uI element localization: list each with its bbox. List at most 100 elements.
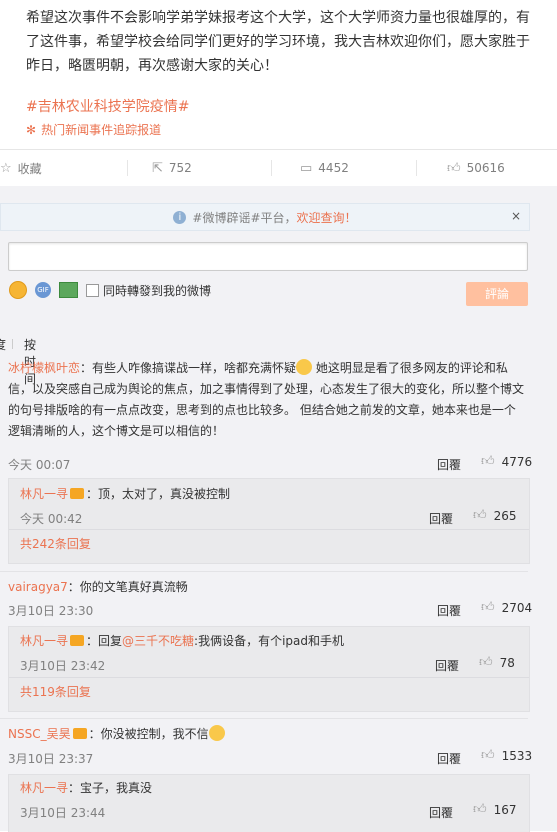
cat-emoji-icon: [208, 725, 225, 741]
reply-body: 林凡一寻 ：回复@三千不吃糖:我俩设备，有个ipad和手机: [20, 631, 344, 652]
reply-like-button[interactable]: 👍︎ 167: [473, 802, 517, 817]
comment-username[interactable]: NSSC_吴昊: [8, 727, 71, 741]
comment-input[interactable]: [8, 242, 528, 271]
reply-time: 今天 00:42: [20, 512, 83, 526]
reply-divider: [9, 677, 529, 678]
post-action-bar: ☆ 收藏 ⇱ 752 ▭ 4452 👍︎ 50616: [0, 149, 557, 187]
favorite-label: 收藏: [17, 161, 42, 176]
comment-body: NSSC_吴昊 ：你没被控制，我不信: [8, 724, 225, 745]
thumbs-up-icon: 👍︎: [473, 802, 487, 817]
flower-icon: ✻: [26, 122, 37, 137]
reply-button[interactable]: 回覆: [437, 456, 461, 473]
reply-button[interactable]: 回覆: [437, 602, 461, 619]
repost-checkbox-label: 同時轉發到我的微博: [103, 283, 212, 298]
comment-time: 3月10日 23:30: [8, 604, 94, 618]
reply-button[interactable]: 回覆: [435, 657, 459, 674]
notice-link[interactable]: 欢迎查询！: [297, 209, 357, 226]
vip-badge-icon: [70, 488, 85, 499]
reply-like-button[interactable]: 👍︎ 78: [479, 655, 515, 670]
comment-time: 今天 00:07: [8, 458, 71, 472]
action-divider: [416, 160, 417, 176]
comment-text: ：有些人咋像搞谍战一样，啥都充满怀疑: [80, 361, 297, 375]
comment-text: ：你没被控制，我不信: [88, 727, 209, 741]
thumbs-up-icon: 👍︎: [479, 655, 493, 670]
comment-text: ：你的文笔真好真流畅: [67, 580, 188, 594]
reply-text-prefix: ：回复: [86, 634, 123, 648]
reply-username[interactable]: 林凡一寻: [20, 634, 68, 648]
comment-like-count: 4776: [501, 454, 533, 469]
star-icon: ☆: [0, 160, 12, 176]
like-button[interactable]: 👍︎ 50616: [447, 150, 505, 186]
close-icon[interactable]: ×: [511, 209, 521, 223]
thumbs-up-icon: 👍︎: [481, 600, 495, 615]
vip-badge-icon: [70, 635, 85, 646]
comment-body: vairagya7：你的文笔真好真流畅: [8, 577, 188, 598]
thumbs-up-icon: 👍︎: [481, 748, 495, 763]
sort-by-hot-tab[interactable]: 度: [0, 336, 6, 353]
reply-text: :我俩设备，有个ipad和手机: [194, 634, 345, 648]
reply-box: 林凡一寻 ：顶，太对了，真没被控制 今天 00:42 回覆 👍︎ 265 共242…: [8, 478, 530, 564]
action-divider: [127, 160, 128, 176]
notice-prefix[interactable]: #微博辟谣#平台，: [192, 209, 296, 226]
post-hashtag[interactable]: #吉林农业科技学院疫情#: [26, 96, 189, 116]
hot-news-label: 热门新闻事件追踪报道: [41, 123, 162, 137]
image-icon[interactable]: [59, 282, 78, 298]
emoji-icon[interactable]: [9, 281, 27, 299]
comment-like-count: 2704: [501, 600, 533, 615]
reply-box: 林凡一寻：宝子，我真没 3月10日 23:44 回覆 👍︎ 167: [8, 774, 530, 832]
thumbs-up-icon: 👍︎: [473, 508, 487, 523]
reply-text: ：顶，太对了，真没被控制: [86, 487, 231, 501]
comment-time: 3月10日 23:37: [8, 752, 94, 766]
comment-icon: ▭: [300, 160, 313, 176]
reply-body: 林凡一寻：宝子，我真没: [20, 778, 152, 799]
comment-count: 4452: [318, 161, 349, 175]
comment-like-button[interactable]: 👍︎ 2704: [481, 600, 532, 615]
reply-button[interactable]: 回覆: [429, 510, 453, 527]
submit-comment-button[interactable]: 評論: [466, 282, 528, 306]
repost-count: 752: [168, 161, 192, 175]
reply-like-count: 78: [499, 655, 515, 670]
reply-username[interactable]: 林凡一寻: [20, 487, 68, 501]
repost-button[interactable]: ⇱ 752: [152, 150, 192, 186]
reply-like-button[interactable]: 👍︎ 265: [473, 508, 517, 523]
comment-button[interactable]: ▭ 4452: [300, 150, 349, 186]
reply-button[interactable]: 回覆: [429, 804, 453, 821]
like-count: 50616: [466, 161, 505, 175]
sort-divider: [12, 339, 13, 349]
reply-box: 林凡一寻 ：回复@三千不吃糖:我俩设备，有个ipad和手机 3月10日 23:42…: [8, 626, 530, 712]
reply-like-count: 167: [493, 802, 517, 817]
reply-divider: [9, 529, 529, 530]
action-divider: [271, 160, 272, 176]
comment-username[interactable]: 冰柠檬枫叶恋: [8, 361, 80, 375]
reply-text: ：宝子，我真没: [68, 781, 153, 795]
reply-like-count: 265: [493, 508, 517, 523]
favorite-button[interactable]: ☆ 收藏: [0, 150, 42, 186]
comment-divider: [0, 571, 528, 572]
rumor-notice-bar: i #微博辟谣#平台， 欢迎查询！ ×: [0, 203, 530, 231]
reply-body: 林凡一寻 ：顶，太对了，真没被控制: [20, 484, 230, 505]
reply-mention-link[interactable]: @三千不吃糖: [122, 634, 194, 648]
gif-icon[interactable]: GIF: [35, 282, 51, 298]
comment-username[interactable]: vairagya7: [8, 580, 68, 594]
thumbs-up-icon: 👍︎: [481, 454, 495, 469]
info-icon: i: [173, 210, 187, 224]
more-replies-link[interactable]: 共119条回复: [20, 683, 91, 700]
reply-username[interactable]: 林凡一寻: [20, 781, 68, 795]
more-replies-link[interactable]: 共242条回复: [20, 535, 91, 552]
vip-badge-icon: [72, 728, 87, 739]
comment-body: 冰柠檬枫叶恋：有些人咋像搞谍战一样，啥都充满怀疑 她这明显是看了很多网友的评论和…: [8, 358, 526, 442]
reply-time: 3月10日 23:44: [20, 806, 106, 820]
comment-like-count: 1533: [501, 748, 533, 763]
laughing-emoji-icon: [296, 359, 313, 375]
reply-button[interactable]: 回覆: [437, 750, 461, 767]
comment-divider: [0, 718, 528, 719]
thumbs-up-icon: 👍︎: [447, 160, 461, 176]
repost-checkbox[interactable]: [86, 283, 99, 297]
reply-time: 3月10日 23:42: [20, 659, 106, 673]
comment-like-button[interactable]: 👍︎ 1533: [481, 748, 532, 763]
comments-section: i #微博辟谣#平台， 欢迎查询！ × GIF 同時轉發到我的微博 評論 度 按…: [0, 186, 557, 832]
post-text: 希望这次事件不会影响学弟学妹报考这个大学，这个大学师资力量也很雄厚的，有了这件事…: [26, 10, 530, 74]
comment-like-button[interactable]: 👍︎ 4776: [481, 454, 532, 469]
composer-toolbar: GIF 同時轉發到我的微博: [9, 280, 211, 300]
hot-news-link[interactable]: ✻ 热门新闻事件追踪报道: [26, 121, 161, 138]
